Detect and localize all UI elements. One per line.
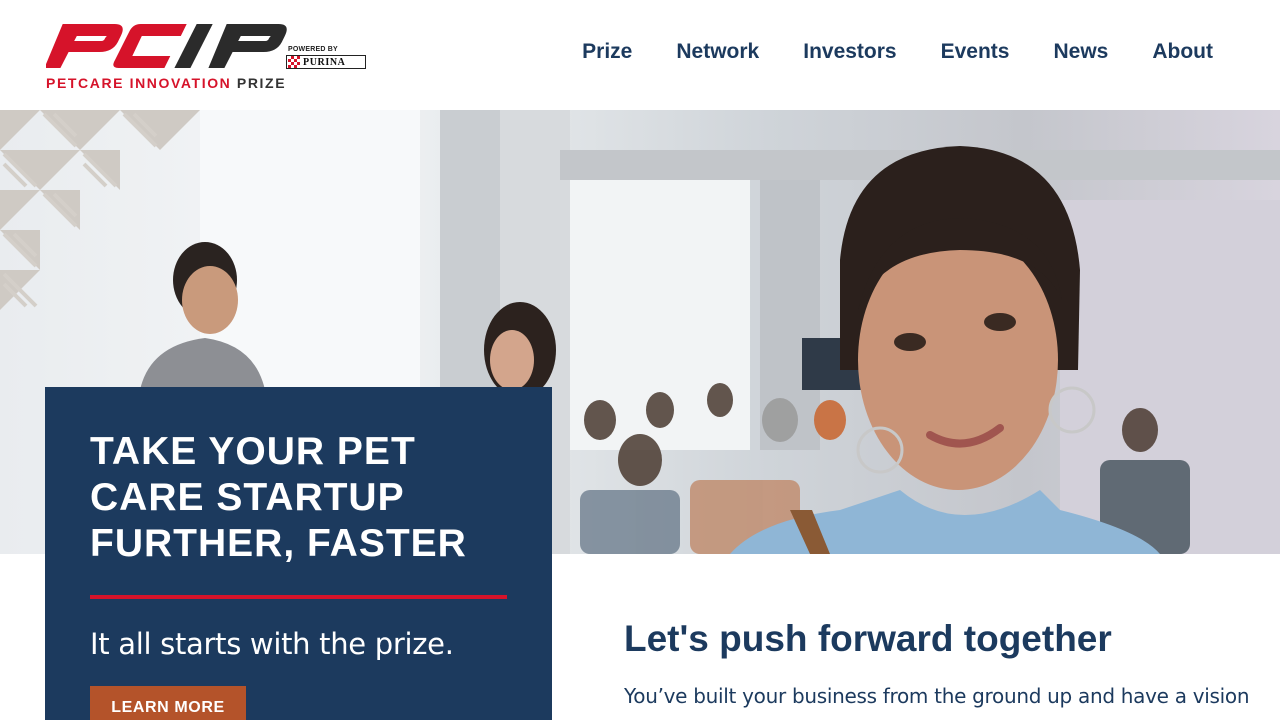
learn-more-button[interactable]: LEARN MORE bbox=[90, 686, 246, 720]
pcip-logo-mark bbox=[46, 24, 287, 68]
purina-wordmark: PURINA bbox=[303, 56, 346, 68]
main-nav: Prize Network Investors Events News Abou… bbox=[538, 40, 1213, 64]
nav-item-news[interactable]: News bbox=[1053, 40, 1108, 64]
logo-tagline-dark: PRIZE bbox=[236, 75, 287, 91]
hero-title: TAKE YOUR PET CARE STARTUP FURTHER, FAST… bbox=[90, 430, 467, 565]
purina-logo: PURINA bbox=[286, 55, 366, 69]
purina-checkerboard-icon bbox=[288, 56, 300, 68]
intro-text: You’ve built your business from the grou… bbox=[624, 684, 1250, 708]
logo-tagline-red: PETCARE INNOVATION bbox=[46, 75, 232, 91]
nav-item-about[interactable]: About bbox=[1152, 40, 1213, 64]
nav-item-investors[interactable]: Investors bbox=[803, 40, 896, 64]
hero-divider bbox=[90, 595, 507, 599]
pcip-logo[interactable]: POWERED BY PURINA PETCARE INNOVATION PRI… bbox=[46, 20, 376, 92]
site-header: POWERED BY PURINA PETCARE INNOVATION PRI… bbox=[0, 0, 1280, 110]
nav-item-events[interactable]: Events bbox=[941, 40, 1010, 64]
nav-item-network[interactable]: Network bbox=[676, 40, 759, 64]
intro-title: Let's push forward together bbox=[624, 618, 1112, 659]
logo-tagline: PETCARE INNOVATION PRIZE bbox=[46, 75, 286, 91]
hero-subtitle: It all starts with the prize. bbox=[90, 627, 454, 661]
powered-by-text: POWERED BY bbox=[288, 46, 338, 53]
nav-item-prize[interactable]: Prize bbox=[582, 40, 632, 64]
hero-card: TAKE YOUR PET CARE STARTUP FURTHER, FAST… bbox=[45, 387, 552, 720]
